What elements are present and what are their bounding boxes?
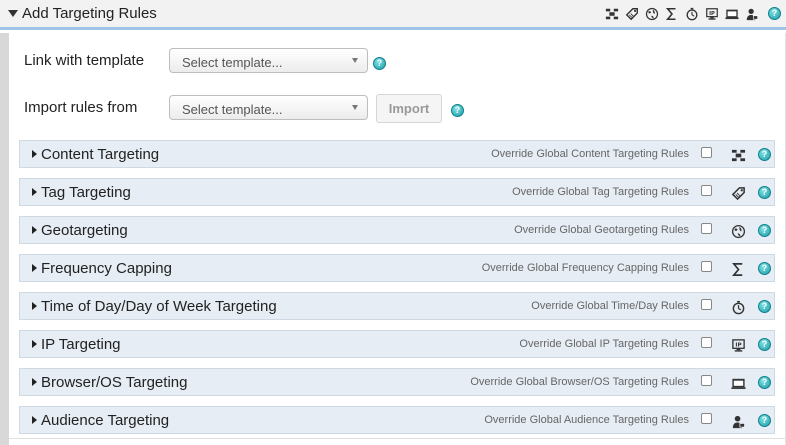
override-label: Override Global Content Targeting Rules (491, 148, 689, 160)
section-title[interactable]: Audience Targeting (41, 412, 169, 429)
globe-icon[interactable] (644, 6, 660, 22)
header-help-icon[interactable]: ? (768, 7, 781, 20)
section-help-icon[interactable]: ? (758, 224, 771, 237)
link-template-select[interactable]: Select template... (169, 48, 368, 73)
ip-icon (730, 337, 746, 353)
section-title[interactable]: Tag Targeting (41, 184, 131, 201)
expand-triangle-icon[interactable] (32, 150, 37, 158)
override-label: Override Global Tag Targeting Rules (512, 186, 689, 198)
expand-triangle-icon[interactable] (32, 264, 37, 272)
expand-triangle-icon[interactable] (32, 188, 37, 196)
section-clock[interactable]: Time of Day/Day of Week Targeting Overrid… (19, 292, 775, 320)
import-help-icon[interactable]: ? (451, 104, 464, 117)
section-title[interactable]: Frequency Capping (41, 260, 172, 277)
section-help-icon[interactable]: ? (758, 262, 771, 275)
section-title[interactable]: Time of Day/Day of Week Targeting (41, 298, 277, 315)
panel-header[interactable]: Add Targeting Rules ? (0, 0, 786, 30)
expand-triangle-icon[interactable] (32, 416, 37, 424)
section-help-icon[interactable]: ? (758, 414, 771, 427)
content-icon (730, 147, 746, 163)
link-template-label: Link with template (24, 52, 145, 69)
ip-icon[interactable] (704, 6, 720, 22)
expand-triangle-icon[interactable] (32, 226, 37, 234)
override-checkbox[interactable] (701, 413, 712, 424)
sigma-icon (730, 261, 746, 277)
override-checkbox[interactable] (701, 147, 712, 158)
left-border (0, 33, 9, 445)
override-checkbox[interactable] (701, 185, 712, 196)
section-ip[interactable]: IP Targeting Override Global IP Targeting… (19, 330, 775, 358)
override-label: Override Global Geotargeting Rules (514, 224, 689, 236)
expand-triangle-icon[interactable] (32, 340, 37, 348)
header-icon-bar (604, 6, 760, 22)
chevron-down-icon (352, 58, 358, 63)
section-help-icon[interactable]: ? (758, 338, 771, 351)
section-sigma[interactable]: Frequency Capping Override Global Frequen… (19, 254, 775, 282)
sigma-icon[interactable] (664, 6, 680, 22)
chevron-down-icon (352, 105, 358, 110)
link-template-help-icon[interactable]: ? (373, 57, 386, 70)
collapse-triangle-icon[interactable] (8, 9, 18, 19)
override-checkbox[interactable] (701, 299, 712, 310)
import-rules-label: Import rules from (24, 99, 138, 116)
section-help-icon[interactable]: ? (758, 376, 771, 389)
browser-icon (730, 375, 746, 391)
section-help-icon[interactable]: ? (758, 186, 771, 199)
bottom-divider (9, 438, 785, 439)
clock-icon[interactable] (684, 6, 700, 22)
import-rules-select[interactable]: Select template... (169, 95, 368, 120)
tag-icon (730, 185, 746, 201)
content-icon[interactable] (604, 6, 620, 22)
audience-icon[interactable] (744, 6, 760, 22)
override-label: Override Global Time/Day Rules (531, 300, 689, 312)
clock-icon (730, 299, 746, 315)
expand-triangle-icon[interactable] (32, 302, 37, 310)
section-audience[interactable]: Audience Targeting Override Global Audien… (19, 406, 775, 434)
section-title[interactable]: IP Targeting (41, 336, 121, 353)
expand-triangle-icon[interactable] (32, 378, 37, 386)
section-title[interactable]: Geotargeting (41, 222, 128, 239)
section-help-icon[interactable]: ? (758, 300, 771, 313)
link-template-placeholder: Select template... (182, 55, 283, 70)
override-checkbox[interactable] (701, 375, 712, 386)
section-browser[interactable]: Browser/OS Targeting Override Global Brow… (19, 368, 775, 396)
section-tag[interactable]: Tag Targeting Override Global Tag Targeti… (19, 178, 775, 206)
globe-icon (730, 223, 746, 239)
override-checkbox[interactable] (701, 261, 712, 272)
import-rules-placeholder: Select template... (182, 102, 283, 117)
section-help-icon[interactable]: ? (758, 148, 771, 161)
tag-icon[interactable] (624, 6, 640, 22)
section-title[interactable]: Content Targeting (41, 146, 159, 163)
override-label: Override Global Frequency Capping Rules (481, 262, 689, 274)
browser-icon[interactable] (724, 6, 740, 22)
audience-icon (730, 413, 746, 429)
section-globe[interactable]: Geotargeting Override Global Geotargeting… (19, 216, 775, 244)
panel-title: Add Targeting Rules (22, 5, 157, 22)
override-label: Override Global IP Targeting Rules (519, 338, 689, 350)
override-label: Override Global Audience Targeting Rules (484, 414, 689, 426)
override-checkbox[interactable] (701, 337, 712, 348)
section-title[interactable]: Browser/OS Targeting (41, 374, 187, 391)
override-checkbox[interactable] (701, 223, 712, 234)
import-button[interactable]: Import (376, 94, 442, 123)
override-label: Override Global Browser/OS Targeting Rul… (470, 376, 689, 388)
section-content[interactable]: Content Targeting Override Global Content… (19, 140, 775, 168)
